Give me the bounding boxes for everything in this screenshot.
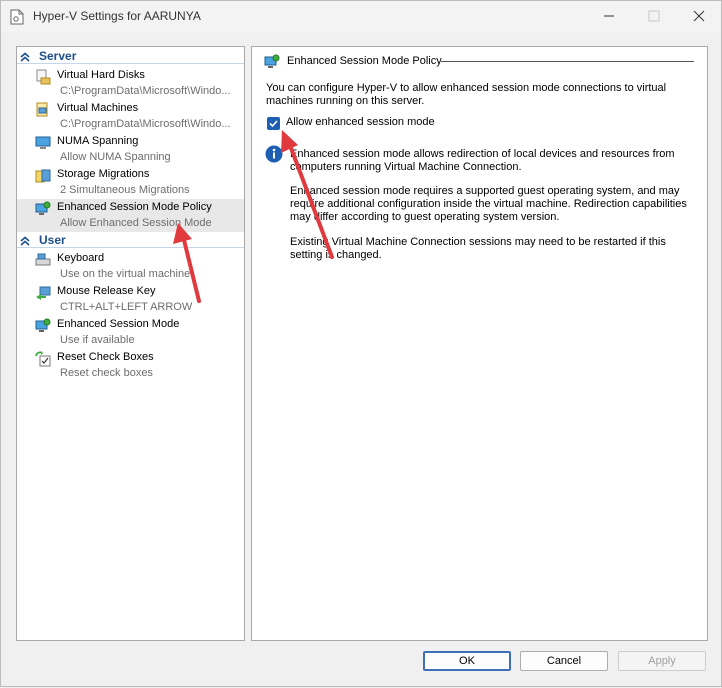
panel-title: Enhanced Session Mode Policy [287,55,442,67]
sidebar-item-numa-spanning[interactable]: NUMA Spanning Allow NUMA Spanning [17,133,244,166]
close-icon[interactable] [689,6,709,26]
enhanced-session-icon [264,54,280,68]
category-label: User [39,233,66,247]
sidebar-item-reset-check-boxes[interactable]: Reset Check Boxes Reset check boxes [17,349,244,382]
settings-detail-panel: Enhanced Session Mode Policy You can con… [251,46,708,641]
apply-button: Apply [618,651,706,671]
cancel-button[interactable]: Cancel [520,651,608,671]
allow-enhanced-session-label[interactable]: Allow enhanced session mode [286,116,435,128]
section-divider [441,61,694,62]
window-title: Hyper-V Settings for AARUNYA [33,9,201,23]
info-icon [265,145,283,163]
enhanced-session-icon [35,201,51,215]
sidebar-item-storage-migrations[interactable]: Storage Migrations 2 Simultaneous Migrat… [17,166,244,199]
mouse-release-icon [36,286,51,300]
sidebar-item-keyboard[interactable]: Keyboard Use on the virtual machine [17,250,244,283]
sidebar-item-enhanced-session-mode-policy[interactable]: Enhanced Session Mode Policy Allow Enhan… [17,199,244,232]
minimize-icon[interactable] [599,6,619,26]
enhanced-session-icon [35,318,51,332]
category-user[interactable]: User [17,233,244,248]
virtual-machine-folder-icon [36,102,48,117]
maximize-icon [648,10,660,22]
collapse-chevron-icon[interactable] [20,52,30,62]
category-server[interactable]: Server [17,49,244,64]
allow-enhanced-session-checkbox[interactable] [267,117,280,130]
reset-checkbox-icon [35,351,51,367]
collapse-chevron-icon[interactable] [20,236,30,246]
sidebar-item-virtual-machines[interactable]: Virtual Machines C:\ProgramData\Microsof… [17,100,244,133]
sidebar-item-virtual-hard-disks[interactable]: Virtual Hard Disks C:\ProgramData\Micros… [17,67,244,100]
keyboard-icon [35,253,51,266]
settings-window: Hyper-V Settings for AARUNYA Server Virt… [0,0,722,687]
hard-disk-folder-icon [36,69,51,85]
sidebar-item-enhanced-session-mode[interactable]: Enhanced Session Mode Use if available [17,316,244,349]
sidebar-item-mouse-release-key[interactable]: Mouse Release Key CTRL+ALT+LEFT ARROW [17,283,244,316]
storage-migration-icon [35,169,51,183]
info-paragraph: Enhanced session mode requires a support… [290,185,687,223]
info-paragraph: Enhanced session mode allows redirection… [290,148,675,173]
settings-document-icon [10,9,24,25]
category-label: Server [39,49,77,63]
intro-text: You can configure Hyper-V to allow enhan… [266,82,667,107]
numa-monitor-icon [35,136,51,149]
info-paragraph: Existing Virtual Machine Connection sess… [290,236,666,261]
ok-button[interactable]: OK [423,651,511,671]
settings-nav-tree: Server Virtual Hard Disks C:\ProgramData… [16,46,245,641]
title-bar[interactable]: Hyper-V Settings for AARUNYA [1,1,721,32]
